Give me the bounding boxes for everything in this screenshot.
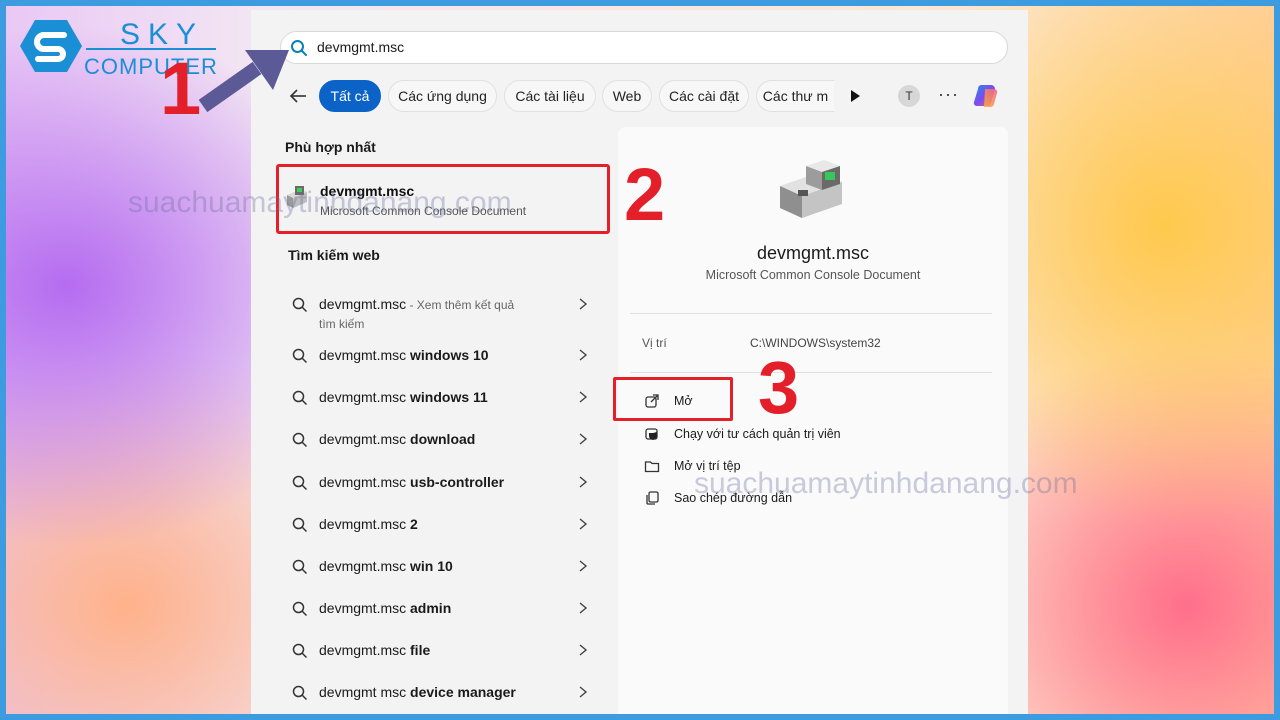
search-icon <box>292 517 308 533</box>
copy-icon <box>646 491 659 505</box>
filter-folders[interactable]: Các thư m <box>756 80 834 112</box>
watermark: suachuamaytinhdanang.com <box>694 467 1078 500</box>
chevron-right-icon <box>579 433 588 445</box>
best-match-title: Phù hợp nhất <box>285 139 376 155</box>
chevron-right-icon <box>579 391 588 403</box>
step-number-1: 1 <box>160 47 202 130</box>
web-result-label: devmgmt.msc - Xem thêm kết quả <box>319 296 515 312</box>
details-subtitle: Microsoft Common Console Document <box>705 268 921 282</box>
chevron-right-icon <box>579 518 588 530</box>
web-result-label: devmgmt.msc windows 10 <box>319 347 489 363</box>
web-result-label: devmgmt.msc win 10 <box>319 558 453 574</box>
search-icon <box>292 559 308 575</box>
search-input[interactable]: devmgmt.msc <box>317 39 404 55</box>
search-icon <box>292 685 308 701</box>
search-icon <box>292 475 308 491</box>
copilot-icon[interactable] <box>972 81 1002 111</box>
logo-mark-icon <box>20 20 82 72</box>
chevron-right-icon <box>579 349 588 361</box>
divider <box>630 372 992 373</box>
search-icon <box>292 432 308 448</box>
web-result-label: devmgmt.msc usb-controller <box>319 474 505 490</box>
chevron-right-icon <box>579 476 588 488</box>
search-icon <box>292 297 308 313</box>
web-result-label: devmgmt.msc download <box>319 431 476 447</box>
highlight-box-open <box>613 377 733 421</box>
step-number-3: 3 <box>758 346 800 429</box>
chevron-right-icon <box>579 602 588 614</box>
divider <box>630 313 992 314</box>
filter-all[interactable]: Tất cả <box>319 80 381 112</box>
device-manager-large-icon <box>780 160 842 218</box>
search-icon <box>292 601 308 617</box>
web-result-label: devmgmt msc device manager <box>319 684 516 700</box>
search-icon <box>292 390 308 406</box>
web-result-label: devmgmt.msc file <box>319 642 431 658</box>
chevron-right-icon <box>579 644 588 656</box>
search-box[interactable]: devmgmt.msc <box>280 31 1008 64</box>
filter-apps[interactable]: Các ứng dụng <box>388 80 497 112</box>
chevron-right-icon <box>579 298 588 310</box>
filter-documents[interactable]: Các tài liệu <box>504 80 596 112</box>
folder-icon <box>644 461 660 473</box>
chevron-right-icon <box>579 560 588 572</box>
search-icon <box>292 348 308 364</box>
annotation-arrow-icon <box>198 50 289 113</box>
web-result-label: devmgmt.msc admin <box>319 600 452 616</box>
step-number-2: 2 <box>624 153 666 236</box>
details-title: devmgmt.msc <box>756 243 870 263</box>
more-options-button[interactable]: ··· <box>938 84 959 105</box>
filter-bar: Tất cả Các ứng dụng Các tài liệu Web Các… <box>288 80 1018 114</box>
avatar[interactable]: T <box>898 85 920 107</box>
web-result-label: devmgmt.msc windows 11 <box>319 389 488 405</box>
watermark: suachuamaytinhdanang.com <box>128 186 512 219</box>
location-label: Vị trí <box>642 336 667 350</box>
chevron-right-icon <box>579 686 588 698</box>
action-label: Chạy với tư cách quản trị viên <box>674 427 841 441</box>
filter-web[interactable]: Web <box>602 80 652 112</box>
web-search-title: Tìm kiếm web <box>288 247 380 263</box>
filter-settings[interactable]: Các cài đặt <box>659 80 749 112</box>
web-result-label: devmgmt.msc 2 <box>319 516 418 532</box>
search-icon <box>292 643 308 659</box>
play-more-icon[interactable] <box>848 89 862 103</box>
web-result-line2: tìm kiếm <box>319 317 365 331</box>
shield-admin-icon <box>645 428 658 440</box>
